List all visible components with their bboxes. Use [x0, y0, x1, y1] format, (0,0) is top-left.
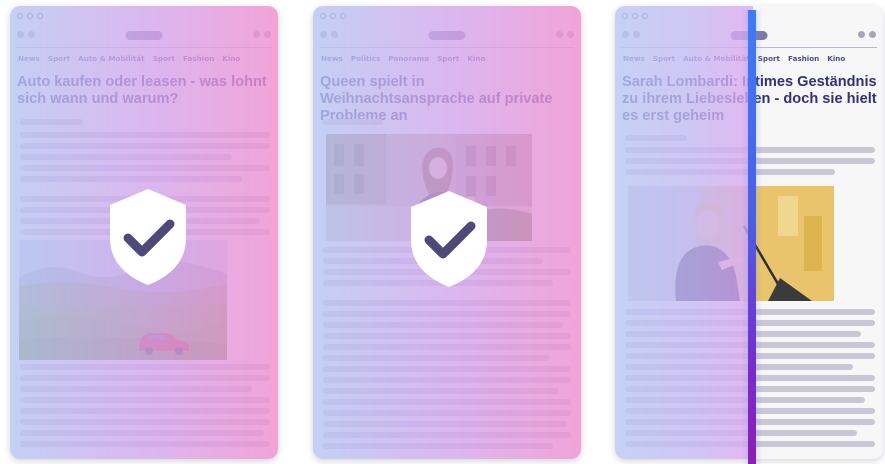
- action-icon: [869, 31, 876, 38]
- back-icon: [622, 31, 629, 38]
- shield-check-icon: [106, 186, 190, 288]
- window-dot-icon: [622, 13, 628, 19]
- text-line-placeholder: [625, 364, 853, 370]
- browser-actions: [556, 31, 574, 38]
- text-line-placeholder: [20, 165, 270, 171]
- nav-item-auto: Auto & Mobilität: [683, 54, 750, 63]
- text-line-placeholder: [20, 408, 270, 414]
- text-line-placeholder: [323, 355, 549, 361]
- browser-chrome: [313, 6, 581, 56]
- nav-item-auto: Auto & Mobilität: [78, 54, 145, 63]
- window-dot-icon: [37, 13, 43, 19]
- back-icon: [17, 31, 24, 38]
- window-dot-icon: [330, 13, 336, 19]
- back-icon: [320, 31, 327, 38]
- forward-icon: [331, 31, 338, 38]
- text-line-placeholder: [20, 375, 270, 381]
- text-line-placeholder: [323, 388, 559, 394]
- text-line-placeholder: [20, 364, 270, 370]
- nav-item-news: News: [623, 54, 645, 63]
- article-card-car: News Sport Auto & Mobilität Sport Fashio…: [10, 6, 278, 459]
- article-headline: Auto kaufen oder leasen - was lohnt sich…: [17, 74, 267, 107]
- text-line-placeholder: [323, 410, 571, 416]
- window-dots: [17, 13, 43, 19]
- byline-placeholder: [20, 119, 83, 125]
- nav-back-forward: [622, 31, 640, 38]
- forward-icon: [28, 31, 35, 38]
- text-line-placeholder: [20, 441, 270, 447]
- text-line-placeholder: [323, 399, 571, 405]
- text-line-placeholder: [323, 377, 571, 383]
- text-line-placeholder: [323, 333, 571, 339]
- nav-item-kino: Kino: [222, 54, 241, 63]
- text-line-placeholder: [20, 419, 270, 425]
- window-dot-icon: [340, 13, 346, 19]
- forward-icon: [633, 31, 640, 38]
- nav-item-panorama: Panorama: [388, 54, 430, 63]
- window-dots: [320, 13, 346, 19]
- browser-actions: [858, 31, 876, 38]
- window-dot-icon: [632, 13, 638, 19]
- nav-back-forward: [320, 31, 338, 38]
- nav-back-forward: [17, 31, 35, 38]
- action-icon: [264, 31, 271, 38]
- article-headline: Queen spielt in Weihnachtsansprache auf …: [320, 74, 553, 124]
- nav-item-news: News: [18, 54, 40, 63]
- window-dot-icon: [642, 13, 648, 19]
- nav-item-politics: Politics: [350, 54, 381, 63]
- text-line-placeholder: [323, 421, 567, 427]
- text-line-placeholder: [323, 344, 571, 350]
- shield-check-icon: [407, 188, 491, 290]
- nav-item-kino: Kino: [827, 54, 846, 63]
- nav-item-fashion: Fashion: [788, 54, 820, 63]
- text-line-placeholder: [20, 154, 232, 160]
- byline-placeholder: [625, 135, 687, 141]
- article-image-speaker: [628, 186, 834, 301]
- text-line-placeholder: [20, 132, 270, 138]
- nav-item-news: News: [321, 54, 343, 63]
- text-line-placeholder: [20, 176, 242, 182]
- nav-item-sport: Sport: [152, 54, 175, 63]
- text-line-placeholder: [323, 311, 571, 317]
- text-line-placeholder: [323, 300, 571, 306]
- text-line-placeholder: [20, 386, 252, 392]
- text-line-placeholder: [323, 432, 571, 438]
- action-icon: [567, 31, 574, 38]
- window-dot-icon: [27, 13, 33, 19]
- nav-item-fashion: Fashion: [183, 54, 215, 63]
- text-line-placeholder: [323, 443, 553, 449]
- text-line-placeholder: [323, 366, 571, 372]
- nav-item-sport: Sport: [437, 54, 460, 63]
- browser-actions: [253, 31, 271, 38]
- browser-chrome: [10, 6, 278, 56]
- speaker-photo: [628, 186, 834, 301]
- address-bar: [125, 31, 163, 40]
- address-bar: [428, 31, 466, 40]
- nav-item-kino: Kino: [467, 54, 486, 63]
- text-line-placeholder: [625, 169, 835, 175]
- window-dot-icon: [17, 13, 23, 19]
- nav-item-sport: Sport: [652, 54, 676, 63]
- text-line-placeholder: [625, 430, 857, 436]
- article-card-queen: News Politics Panorama Sport Kino Queen …: [313, 6, 581, 459]
- text-line-placeholder: [323, 322, 563, 328]
- divider: [16, 47, 272, 48]
- text-line-placeholder: [20, 397, 270, 403]
- action-icon: [858, 31, 865, 38]
- action-icon: [253, 31, 260, 38]
- site-nav: News Sport Auto & Mobilität Sport Fashio…: [18, 54, 272, 63]
- text-line-placeholder: [20, 143, 270, 149]
- window-dot-icon: [320, 13, 326, 19]
- byline-placeholder: [323, 119, 383, 125]
- scan-line: [748, 10, 756, 464]
- nav-item-sport: Sport: [47, 54, 71, 63]
- divider: [319, 47, 575, 48]
- text-line-placeholder: [20, 430, 264, 436]
- action-icon: [556, 31, 563, 38]
- window-dots: [622, 13, 648, 19]
- site-nav: News Politics Panorama Sport Kino: [321, 54, 575, 63]
